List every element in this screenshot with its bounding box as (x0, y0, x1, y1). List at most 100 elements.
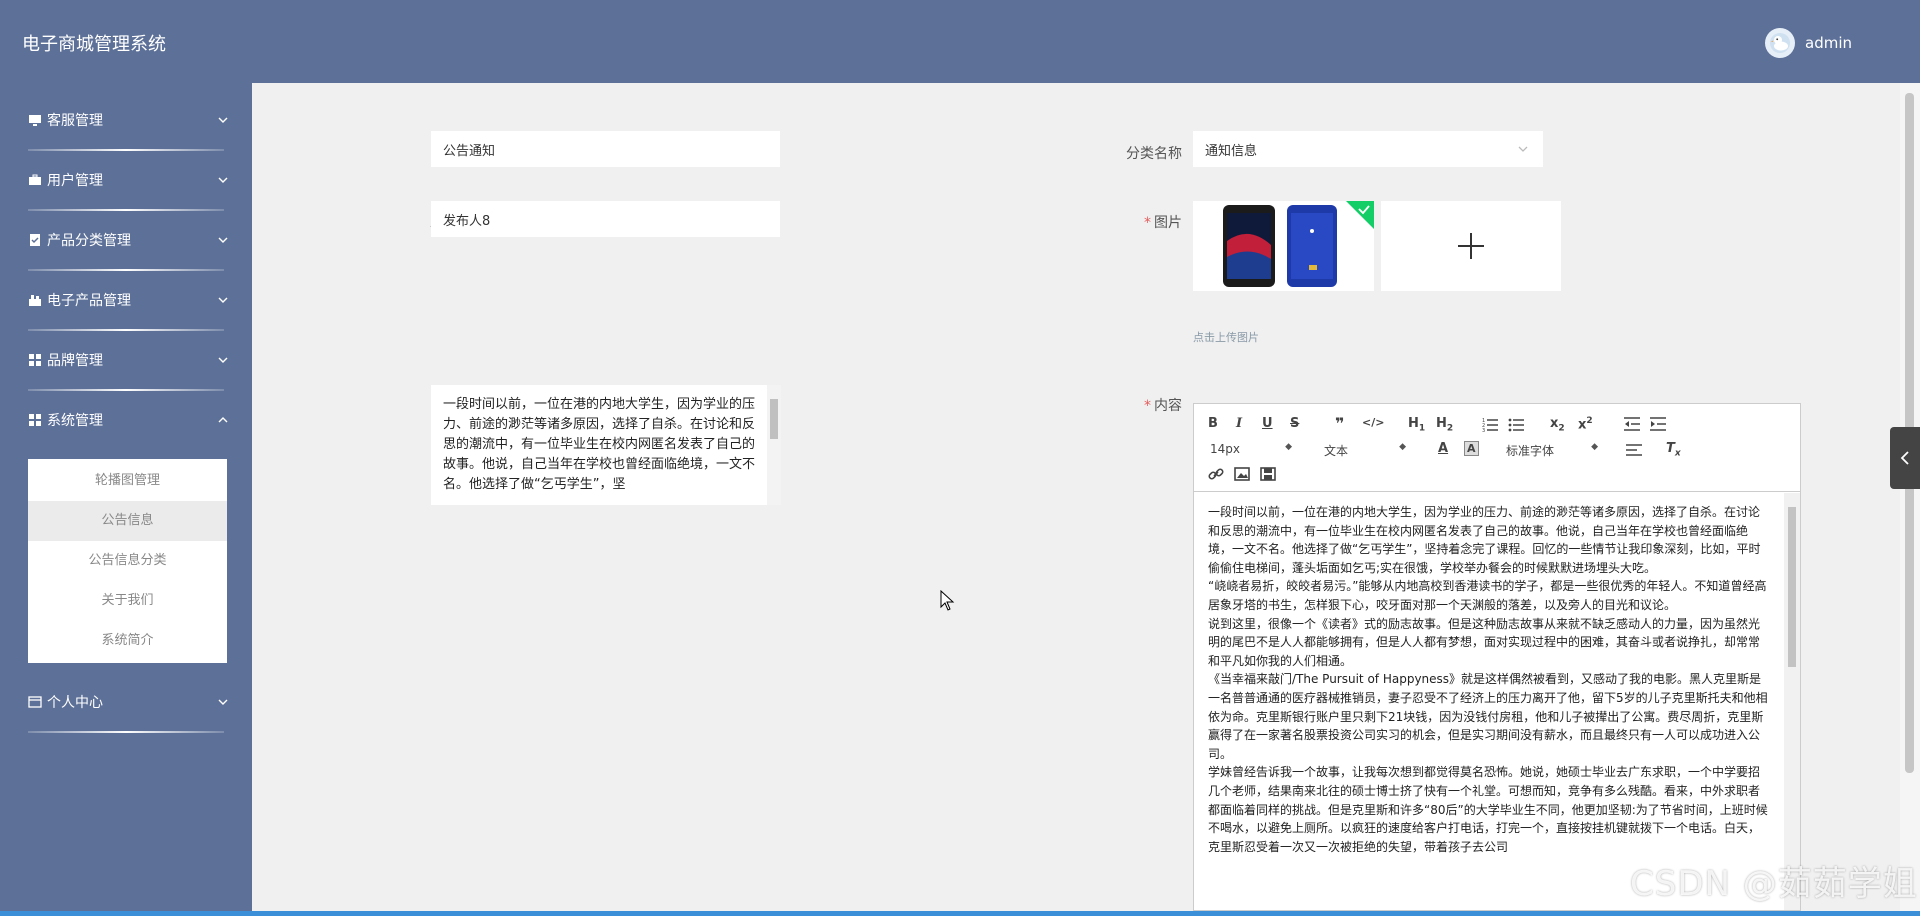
text-color-button[interactable]: A (1438, 441, 1448, 456)
uploaded-image-thumbnail[interactable] (1193, 201, 1374, 291)
sidebar-item-label: 个人中心 (47, 695, 103, 711)
submenu-item-about-us[interactable]: 关于我们 (28, 581, 227, 621)
user-menu[interactable]: admin (1765, 28, 1852, 58)
chevron-down-icon (218, 117, 228, 123)
avatar[interactable] (1765, 28, 1795, 58)
category-selected-value: 通知信息 (1205, 143, 1258, 159)
sidebar-item-customer-service[interactable]: 客服管理 (0, 91, 252, 149)
header1-button[interactable]: H1 (1408, 416, 1425, 434)
content-paragraph: 《当幸福来敲门/The Pursuit of Happyness》就是这样偶然被… (1208, 672, 1768, 761)
add-image-button[interactable] (1381, 201, 1561, 291)
watermark: CSDN @茹茹学姐 (1630, 864, 1918, 904)
chevron-down-icon (218, 297, 228, 303)
required-mark: * (1144, 398, 1151, 414)
duck-avatar-icon (1770, 33, 1790, 53)
background-color-button[interactable]: A (1464, 441, 1479, 456)
subscript-button[interactable]: x2 (1550, 416, 1565, 434)
align-icon[interactable] (1626, 442, 1642, 458)
user-name[interactable]: admin (1805, 34, 1852, 52)
bullet-list-icon[interactable] (1508, 416, 1524, 432)
code-block-button[interactable]: </> (1362, 416, 1384, 429)
header2-button[interactable]: H2 (1436, 416, 1453, 434)
font-family-select[interactable]: 标准字体 ◆ (1506, 442, 1598, 459)
sidebar-item-system[interactable]: 系统管理 (0, 391, 252, 449)
indent-icon[interactable] (1650, 416, 1666, 432)
content-paragraph: 一段时间以前，一位在港的内地大学生，因为学业的压力、前途的渺茫等诸多原因，选择了… (1208, 505, 1761, 575)
chevron-down-icon (218, 177, 228, 183)
blockquote-button[interactable]: ❞ (1335, 414, 1344, 433)
updown-caret-icon: ◆ (1285, 442, 1292, 452)
submenu-item-notice-category[interactable]: 公告信息分类 (28, 541, 227, 581)
submenu-item-system-intro[interactable]: 系统简介 (28, 621, 227, 661)
grid-icon (28, 353, 42, 367)
title-input[interactable]: 公告通知 (431, 131, 780, 167)
image-icon[interactable] (1234, 466, 1250, 482)
chevron-left-icon (1900, 451, 1909, 465)
monitor-icon (28, 113, 42, 127)
system-submenu: 轮播图管理 公告信息 公告信息分类 关于我们 系统简介 (28, 459, 227, 663)
main-content: *标题 公告通知 分类名称 通知信息 发布人 发布人8 *图片 点击上传图片 简 (252, 83, 1900, 916)
sidebar: 客服管理 用户管理 产品分类管理 电子产品管理 品牌管理 系统管理 轮播图管理 … (0, 83, 252, 916)
sidebar-item-product-category[interactable]: 产品分类管理 (0, 211, 252, 269)
sidebar-item-label: 产品分类管理 (47, 233, 131, 249)
outdent-icon[interactable] (1624, 416, 1640, 432)
chevron-down-icon (218, 237, 228, 243)
strike-button[interactable]: S (1290, 416, 1299, 431)
rich-text-editor: B I U S ❞ </> H1 H2 123 x2 x2 14px ◆ 文本 ◆ … (1193, 403, 1801, 911)
editor-scrollbar[interactable] (1784, 493, 1800, 910)
sidebar-item-label: 品牌管理 (47, 353, 103, 369)
sidebar-item-personal-center[interactable]: 个人中心 (0, 673, 252, 731)
updown-caret-icon: ◆ (1591, 442, 1598, 452)
summary-scrollbar[interactable] (767, 385, 781, 505)
image-label: * 图片 (1144, 215, 1182, 231)
text-format-select[interactable]: 文本 ◆ (1324, 442, 1406, 459)
chevron-down-icon (218, 699, 228, 705)
sidebar-item-electronics[interactable]: 电子产品管理 (0, 271, 252, 329)
video-icon[interactable] (1260, 466, 1276, 482)
ordered-list-icon[interactable]: 123 (1482, 416, 1498, 432)
phone-product-image (1193, 201, 1374, 291)
mouse-cursor-icon (940, 590, 955, 611)
superscript-button[interactable]: x2 (1578, 416, 1593, 432)
underline-button[interactable]: U (1262, 416, 1273, 431)
editor-toolbar: B I U S ❞ </> H1 H2 123 x2 x2 14px ◆ 文本 ◆ … (1194, 404, 1800, 492)
shop-icon (28, 293, 42, 307)
summary-textarea[interactable]: 一段时间以前，一位在港的内地大学生，因为学业的压力、前途的渺茫等诸多原因，选择了… (431, 385, 781, 505)
card-icon (28, 695, 42, 709)
content-paragraph: “峣峣者易折，皎皎者易污。”能够从内地高校到香港读书的学子，都是一些很优秀的年轻… (1208, 579, 1767, 612)
grid-icon (28, 413, 42, 427)
link-icon[interactable] (1208, 466, 1224, 482)
content-paragraph: 说到这里，很像一个《读者》式的励志故事。但是这种励志故事从来就不缺乏感动人的力量… (1208, 616, 1761, 668)
submenu-item-notices[interactable]: 公告信息 (28, 501, 227, 541)
sidebar-item-users[interactable]: 用户管理 (0, 151, 252, 209)
content-label: * 内容 (1144, 398, 1182, 414)
updown-caret-icon: ◆ (1399, 442, 1406, 452)
sidebar-item-label: 用户管理 (47, 173, 103, 189)
italic-button[interactable]: I (1236, 416, 1242, 431)
plus-icon (1458, 233, 1484, 259)
chevron-down-icon (1518, 146, 1528, 152)
submenu-item-carousel[interactable]: 轮播图管理 (28, 461, 227, 501)
briefcase-icon (28, 173, 42, 187)
editor-content[interactable]: 一段时间以前，一位在港的内地大学生，因为学业的压力、前途的渺茫等诸多原因，选择了… (1194, 493, 1784, 910)
category-label: 分类名称 (1126, 146, 1182, 162)
sidebar-item-label: 电子产品管理 (47, 293, 131, 309)
chevron-up-icon (218, 417, 228, 423)
category-select[interactable]: 通知信息 (1193, 131, 1543, 167)
font-size-select[interactable]: 14px ◆ (1210, 442, 1292, 456)
clear-format-button[interactable]: Tx (1666, 441, 1681, 459)
required-mark: * (1144, 215, 1151, 231)
publisher-input[interactable]: 发布人8 (431, 201, 780, 237)
app-title: 电子商城管理系统 (22, 34, 166, 55)
sidebar-item-label: 系统管理 (47, 413, 103, 429)
chevron-down-icon (218, 357, 228, 363)
sidebar-item-label: 客服管理 (47, 113, 103, 129)
summary-text: 一段时间以前，一位在港的内地大学生，因为学业的压力、前途的渺茫等诸多原因，选择了… (443, 397, 756, 492)
page-scrollbar[interactable] (1900, 83, 1920, 916)
bold-button[interactable]: B (1208, 416, 1218, 431)
checklist-icon (28, 233, 42, 247)
upload-tip[interactable]: 点击上传图片 (1193, 329, 1259, 345)
sidebar-item-brands[interactable]: 品牌管理 (0, 331, 252, 389)
side-panel-toggle[interactable] (1890, 427, 1920, 489)
top-header: 电子商城管理系统 admin (0, 0, 1920, 83)
